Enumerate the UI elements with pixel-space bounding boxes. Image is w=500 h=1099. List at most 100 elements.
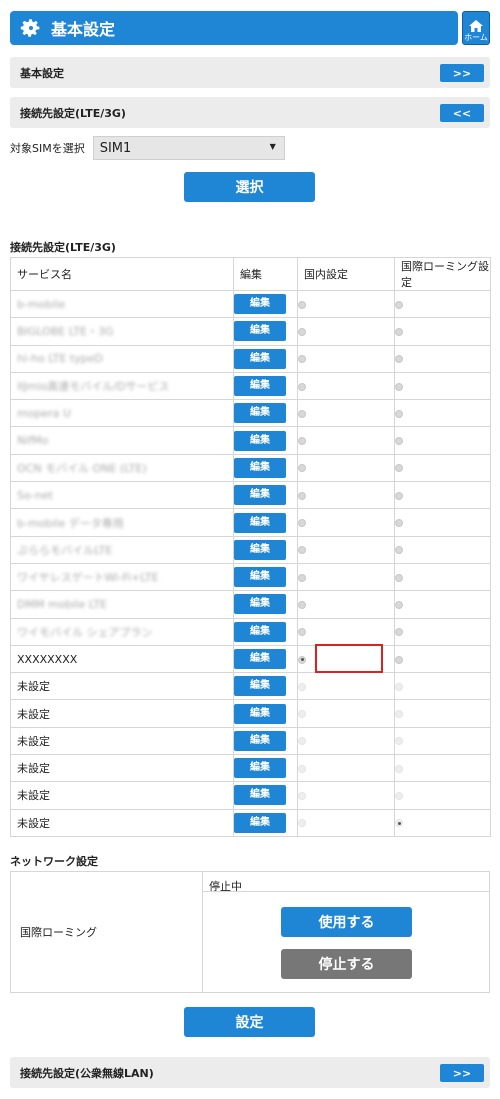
intl-roaming-radio[interactable] xyxy=(395,819,403,828)
edit-button[interactable]: 編集 xyxy=(234,758,286,779)
domestic-radio[interactable] xyxy=(298,327,306,336)
section-lte-collapse-button[interactable]: << xyxy=(440,104,484,122)
domestic-radio[interactable] xyxy=(298,437,306,446)
edit-button[interactable]: 編集 xyxy=(234,403,286,424)
edit-button[interactable]: 編集 xyxy=(234,430,286,451)
intl-roaming-radio[interactable] xyxy=(395,573,403,582)
service-name-cell: mopera U xyxy=(10,399,234,428)
domestic-radio[interactable] xyxy=(298,546,306,555)
intl-roaming-radio[interactable] xyxy=(395,355,403,364)
intl-roaming-radio[interactable] xyxy=(395,655,403,664)
intl-roaming-radio[interactable] xyxy=(395,628,403,637)
edit-cell: 編集 xyxy=(233,699,298,728)
edit-button[interactable]: 編集 xyxy=(234,294,286,315)
edit-button[interactable]: 編集 xyxy=(234,703,286,724)
intl-roaming-radio[interactable] xyxy=(395,791,403,800)
domestic-radio[interactable] xyxy=(298,764,306,773)
home-button[interactable]: ホーム xyxy=(462,11,490,45)
edit-button[interactable]: 編集 xyxy=(234,567,286,588)
intl-roaming-cell xyxy=(394,317,491,346)
domestic-radio[interactable] xyxy=(298,628,306,637)
connection-table-heading: 接続先設定(LTE/3G) xyxy=(10,241,116,254)
edit-button[interactable]: 編集 xyxy=(234,812,286,833)
domestic-radio[interactable] xyxy=(298,655,306,664)
edit-button[interactable]: 編集 xyxy=(234,676,286,697)
edit-cell: 編集 xyxy=(233,289,298,319)
domestic-cell xyxy=(297,781,395,810)
domestic-radio[interactable] xyxy=(298,573,306,582)
service-name-cell: ワイモバイル シェアプラン xyxy=(10,617,234,646)
intl-roaming-radio[interactable] xyxy=(395,710,403,719)
domestic-radio[interactable] xyxy=(298,819,306,828)
edit-button[interactable]: 編集 xyxy=(234,539,286,560)
section-wlan[interactable]: 接続先設定(公衆無線LAN) >> xyxy=(10,1057,490,1088)
intl-roaming-radio[interactable] xyxy=(395,600,403,609)
domestic-radio[interactable] xyxy=(298,519,306,528)
edit-button[interactable]: 編集 xyxy=(234,730,286,751)
column-header-intl-roaming: 国際ローミング設定 xyxy=(394,257,491,291)
edit-cell: 編集 xyxy=(233,508,298,537)
edit-button[interactable]: 編集 xyxy=(234,321,286,342)
edit-button[interactable]: 編集 xyxy=(234,785,286,806)
domestic-radio[interactable] xyxy=(298,710,306,719)
service-name: mopera U xyxy=(17,406,72,420)
domestic-radio[interactable] xyxy=(298,491,306,500)
section-wlan-expand-button[interactable]: >> xyxy=(440,1064,484,1082)
service-name: 未設定 xyxy=(17,707,50,721)
domestic-radio[interactable] xyxy=(298,682,306,691)
edit-cell: 編集 xyxy=(233,371,298,401)
intl-roaming-radio[interactable] xyxy=(395,764,403,773)
intl-roaming-radio[interactable] xyxy=(395,437,403,446)
dropdown-arrow-icon: ▼ xyxy=(269,142,276,151)
domestic-radio[interactable] xyxy=(298,600,306,609)
intl-roaming-radio[interactable] xyxy=(395,491,403,500)
edit-button[interactable]: 編集 xyxy=(234,376,286,397)
intl-roaming-cell xyxy=(394,289,491,319)
intl-roaming-radio[interactable] xyxy=(395,519,403,528)
intl-roaming-cell xyxy=(394,699,491,728)
service-name-cell: OCN モバイル ONE (LTE) xyxy=(10,453,234,483)
intl-roaming-radio[interactable] xyxy=(395,409,403,418)
intl-roaming-radio[interactable] xyxy=(395,682,403,691)
domestic-radio[interactable] xyxy=(298,464,306,473)
use-button[interactable]: 使用する xyxy=(281,907,412,937)
service-name-cell: 未設定 xyxy=(10,672,234,701)
domestic-cell xyxy=(297,371,395,401)
service-name: 未設定 xyxy=(17,762,50,776)
edit-cell: 編集 xyxy=(233,453,298,483)
service-name: b-mobile xyxy=(17,297,66,311)
section-basic[interactable]: 基本設定 >> xyxy=(10,57,490,88)
intl-roaming-radio[interactable] xyxy=(395,382,403,391)
domestic-radio[interactable] xyxy=(298,355,306,364)
domestic-radio[interactable] xyxy=(298,300,306,309)
title-bar: 基本設定 xyxy=(10,11,458,45)
edit-button[interactable]: 編集 xyxy=(234,621,286,642)
intl-roaming-cell xyxy=(394,590,491,619)
selection-highlight xyxy=(315,644,383,673)
intl-roaming-radio[interactable] xyxy=(395,327,403,336)
table-row: ワイモバイル シェアプラン 編集 xyxy=(10,617,491,646)
edit-button[interactable]: 編集 xyxy=(234,348,286,369)
section-lte[interactable]: 接続先設定(LTE/3G) << xyxy=(10,97,490,128)
stop-button[interactable]: 停止する xyxy=(281,949,412,979)
service-name: BIGLOBE LTE・3G xyxy=(17,325,114,339)
edit-button[interactable]: 編集 xyxy=(234,457,286,478)
table-row: mopera U 編集 xyxy=(10,399,491,428)
edit-button[interactable]: 編集 xyxy=(234,485,286,506)
domestic-radio[interactable] xyxy=(298,409,306,418)
intl-roaming-radio[interactable] xyxy=(395,300,403,309)
sim-select[interactable]: SIM1 ▼ xyxy=(92,136,285,160)
intl-roaming-radio[interactable] xyxy=(395,464,403,473)
edit-button[interactable]: 編集 xyxy=(234,649,286,669)
select-button[interactable]: 選択 xyxy=(184,172,315,202)
section-basic-expand-button[interactable]: >> xyxy=(440,64,484,82)
domestic-radio[interactable] xyxy=(298,737,306,746)
edit-button[interactable]: 編集 xyxy=(234,594,286,615)
apply-button[interactable]: 設定 xyxy=(184,1007,315,1037)
domestic-radio[interactable] xyxy=(298,382,306,391)
intl-roaming-radio[interactable] xyxy=(395,737,403,746)
edit-button[interactable]: 編集 xyxy=(234,512,286,533)
domestic-radio[interactable] xyxy=(298,791,306,800)
service-name-cell: hi-ho LTE typeD xyxy=(10,344,234,373)
intl-roaming-radio[interactable] xyxy=(395,546,403,555)
